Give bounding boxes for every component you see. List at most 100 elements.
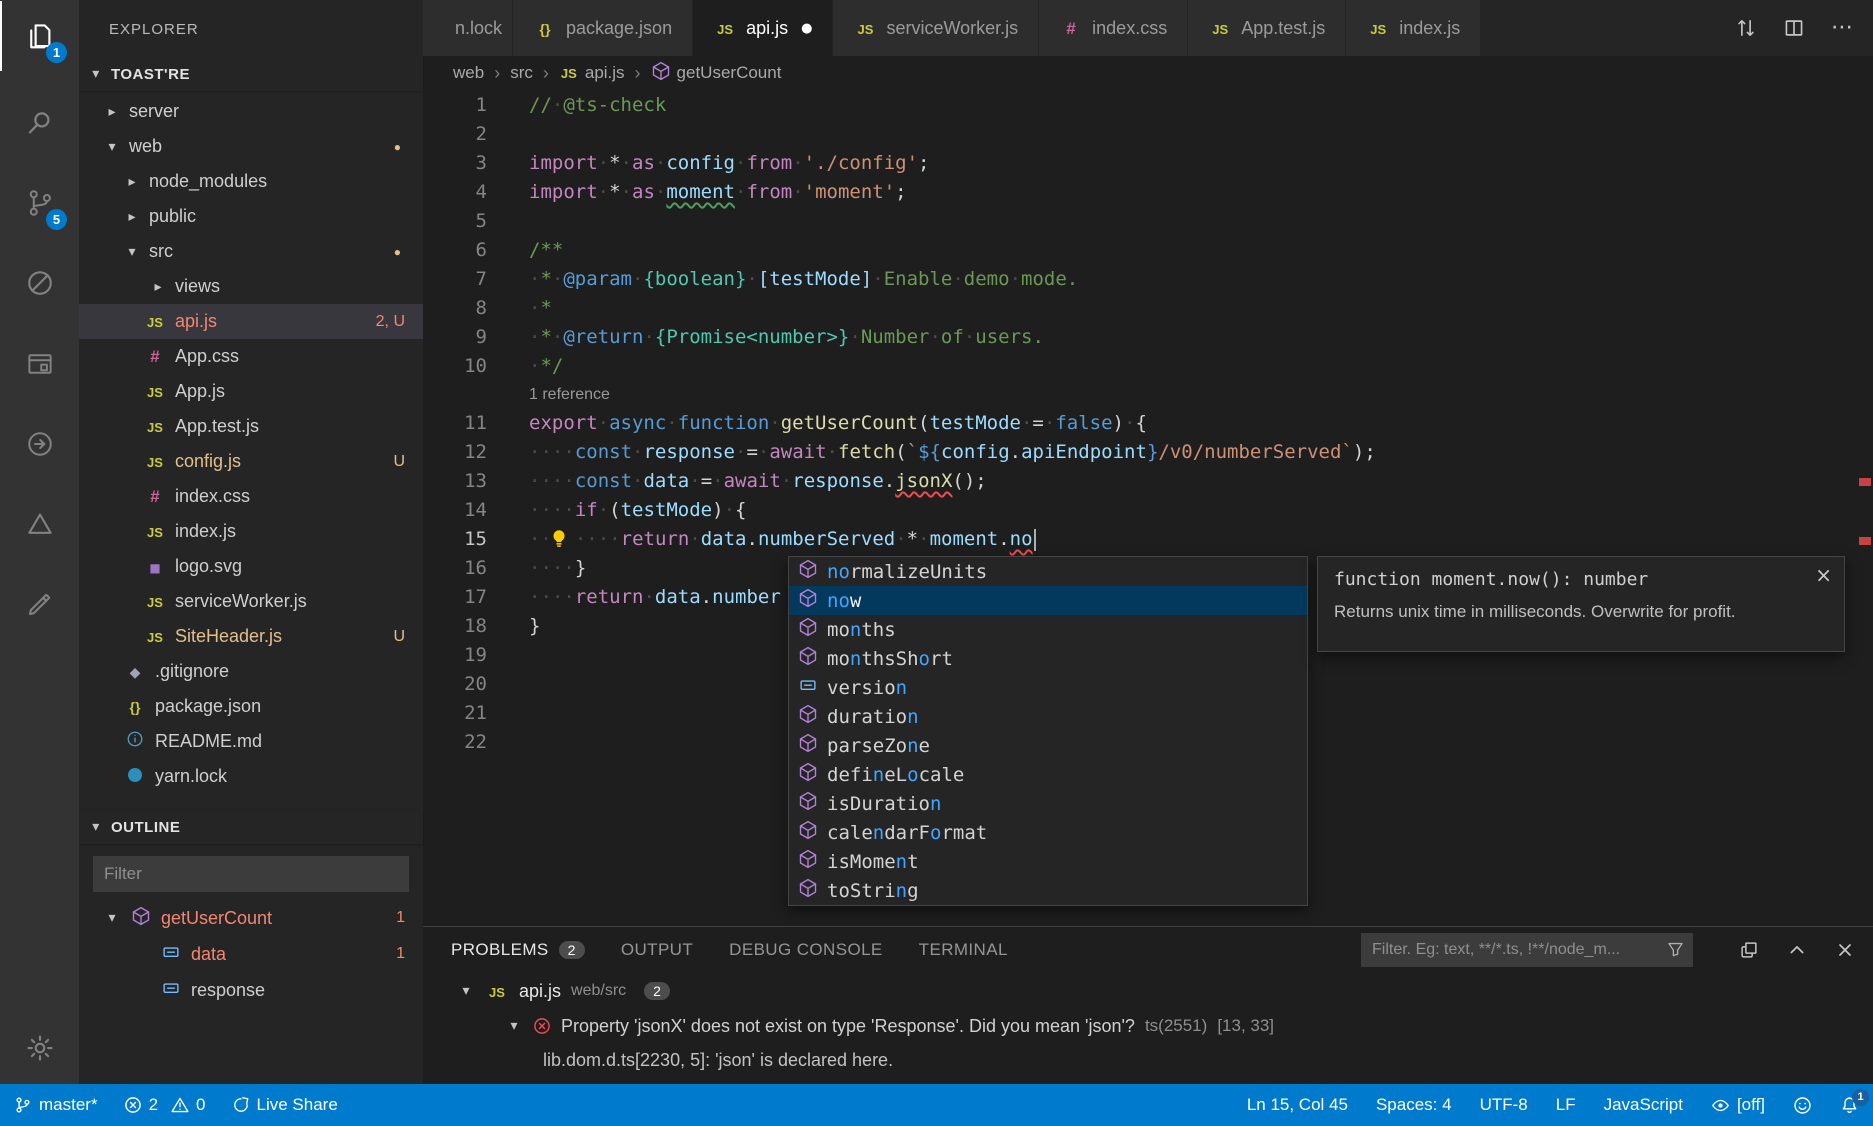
tree-item-App.test.js[interactable]: JSApp.test.js bbox=[79, 409, 423, 444]
problem-related-row[interactable]: lib.dom.d.ts[2230, 5]: 'json' is declare… bbox=[423, 1043, 1873, 1077]
tree-item-.gitignore[interactable]: ◆.gitignore bbox=[79, 654, 423, 689]
suggestion-defineLocale[interactable]: defineLocale bbox=[789, 760, 1307, 789]
code-line-3[interactable]: 3import·*·as·config·from·'./config'; bbox=[423, 149, 1873, 178]
split-editor-icon[interactable] bbox=[1783, 17, 1805, 39]
tree-item-logo.svg[interactable]: ■logo.svg bbox=[79, 549, 423, 584]
outline-filter-input[interactable] bbox=[93, 856, 409, 892]
tab-api.js[interactable]: JSapi.js● bbox=[693, 0, 833, 56]
outline-item-data[interactable]: data1 bbox=[79, 936, 423, 972]
suggestion-calendarFormat[interactable]: calendarFormat bbox=[789, 818, 1307, 847]
tree-item-public[interactable]: ▸public bbox=[79, 199, 423, 234]
activity-circle-slash[interactable] bbox=[0, 248, 79, 318]
tree-item-App.js[interactable]: JSApp.js bbox=[79, 374, 423, 409]
tab-App.test.js[interactable]: JSApp.test.js bbox=[1188, 0, 1346, 56]
code-line-12[interactable]: 12····const·response·=·await·fetch(`${co… bbox=[423, 438, 1873, 467]
tree-item-App.css[interactable]: #App.css bbox=[79, 339, 423, 374]
code-line-5[interactable]: 5 bbox=[423, 207, 1873, 236]
code-line-9[interactable]: 9·*·@return·{Promise<number>}·Number·of·… bbox=[423, 323, 1873, 352]
activity-preview-window[interactable] bbox=[0, 329, 79, 399]
dock-panel-icon[interactable] bbox=[1739, 940, 1759, 960]
panel-tab-OUTPUT[interactable]: OUTPUT bbox=[621, 940, 693, 960]
compare-icon[interactable] bbox=[1735, 17, 1757, 39]
lightbulb-icon[interactable] bbox=[547, 529, 571, 549]
tab-index.css[interactable]: #index.css bbox=[1039, 0, 1188, 56]
tree-item-SiteHeader.js[interactable]: JSSiteHeader.jsU bbox=[79, 619, 423, 654]
status-language-mode[interactable]: JavaScript bbox=[1604, 1095, 1683, 1115]
status-cursor-position[interactable]: Ln 15, Col 45 bbox=[1247, 1095, 1348, 1115]
tree-item-README.md[interactable]: README.md bbox=[79, 724, 423, 759]
code-line-6[interactable]: 6/** bbox=[423, 236, 1873, 265]
problems-filter-input[interactable] bbox=[1361, 933, 1693, 967]
activity-settings[interactable] bbox=[0, 1013, 79, 1083]
tree-item-yarn.lock[interactable]: yarn.lock bbox=[79, 759, 423, 794]
suggestion-now[interactable]: now bbox=[789, 586, 1307, 615]
workspace-section-header[interactable]: ▾ TOAST'RE bbox=[79, 57, 423, 91]
suggestion-duration[interactable]: duration bbox=[789, 702, 1307, 731]
code-line-15[interactable]: 15········return·data.numberServed·*·mom… bbox=[423, 525, 1873, 554]
status-problems[interactable]: 20 bbox=[124, 1095, 206, 1115]
panel-tab-DEBUG CONSOLE[interactable]: DEBUG CONSOLE bbox=[729, 940, 883, 960]
tree-item-index.js[interactable]: JSindex.js bbox=[79, 514, 423, 549]
suggestion-toString[interactable]: toString bbox=[789, 876, 1307, 905]
status-branch[interactable]: master* bbox=[14, 1095, 98, 1115]
tab-n.lock[interactable]: n.lock bbox=[423, 0, 513, 56]
activity-edit-tools[interactable] bbox=[0, 569, 79, 639]
status-encoding[interactable]: UTF-8 bbox=[1480, 1095, 1528, 1115]
outline-item-response[interactable]: response bbox=[79, 972, 423, 1008]
status-live-share[interactable]: Live Share bbox=[232, 1095, 338, 1115]
tree-item-api.js[interactable]: JSapi.js2, U bbox=[79, 304, 423, 339]
status-feedback[interactable] bbox=[1793, 1096, 1812, 1115]
code-line-14[interactable]: 14····if·(testMode)·{ bbox=[423, 496, 1873, 525]
code-line-11[interactable]: 11export·async·function·getUserCount(tes… bbox=[423, 409, 1873, 438]
outline-item-getUserCount[interactable]: ▾getUserCount1 bbox=[79, 900, 423, 936]
status-eol[interactable]: LF bbox=[1556, 1095, 1576, 1115]
code-line-7[interactable]: 7·*·@param·{boolean}·[testMode]·Enable·d… bbox=[423, 265, 1873, 294]
suggestion-monthsShort[interactable]: monthsShort bbox=[789, 644, 1307, 673]
breadcrumb-web[interactable]: web bbox=[453, 63, 484, 83]
activity-search[interactable] bbox=[0, 88, 79, 158]
tree-item-node_modules[interactable]: ▸node_modules bbox=[79, 164, 423, 199]
activity-explorer[interactable]: 1 bbox=[0, 1, 79, 71]
tab-serviceWorker.js[interactable]: JSserviceWorker.js bbox=[833, 0, 1039, 56]
activity-triangle[interactable] bbox=[0, 489, 79, 559]
tree-item-config.js[interactable]: JSconfig.jsU bbox=[79, 444, 423, 479]
status-indentation[interactable]: Spaces: 4 bbox=[1376, 1095, 1452, 1115]
breadcrumb-src[interactable]: src bbox=[510, 63, 533, 83]
dirty-indicator-icon[interactable]: ● bbox=[801, 21, 812, 36]
activity-circle-arrow[interactable] bbox=[0, 409, 79, 479]
outline-section-header[interactable]: ▾ OUTLINE bbox=[79, 810, 423, 844]
tab-package.json[interactable]: {}package.json bbox=[513, 0, 693, 56]
tree-item-web[interactable]: ▾web● bbox=[79, 129, 423, 164]
code-line-4[interactable]: 4import·*·as·moment·from·'moment'; bbox=[423, 178, 1873, 207]
tree-item-serviceWorker.js[interactable]: JSserviceWorker.js bbox=[79, 584, 423, 619]
codelens-references[interactable]: 1 reference bbox=[487, 381, 610, 409]
more-actions-icon[interactable]: ⋯ bbox=[1831, 17, 1853, 39]
tree-item-package.json[interactable]: {}package.json bbox=[79, 689, 423, 724]
problems-file-row[interactable]: ▾JSapi.jsweb/src2 bbox=[423, 973, 1873, 1009]
suggestion-normalizeUnits[interactable]: normalizeUnits bbox=[789, 557, 1307, 586]
problem-error-row[interactable]: ▾Property 'jsonX' does not exist on type… bbox=[423, 1009, 1873, 1043]
suggestion-months[interactable]: months bbox=[789, 615, 1307, 644]
suggestion-version[interactable]: version bbox=[789, 673, 1307, 702]
tree-item-src[interactable]: ▾src● bbox=[79, 234, 423, 269]
close-panel-icon[interactable] bbox=[1835, 940, 1855, 960]
tab-index.js[interactable]: JSindex.js bbox=[1346, 0, 1481, 56]
close-icon[interactable]: × bbox=[1815, 563, 1832, 587]
suggestion-isDuration[interactable]: isDuration bbox=[789, 789, 1307, 818]
tree-item-views[interactable]: ▸views bbox=[79, 269, 423, 304]
status-notifications[interactable]: 1 bbox=[1840, 1096, 1859, 1115]
code-line-13[interactable]: 13····const·data·=·await·response.jsonX(… bbox=[423, 467, 1873, 496]
panel-tab-TERMINAL[interactable]: TERMINAL bbox=[919, 940, 1008, 960]
tree-item-server[interactable]: ▸server bbox=[79, 94, 423, 129]
breadcrumb-getUserCount[interactable]: getUserCount bbox=[651, 61, 782, 86]
tree-item-index.css[interactable]: #index.css bbox=[79, 479, 423, 514]
code-line-1[interactable]: 1//·@ts-check bbox=[423, 91, 1873, 120]
maximize-panel-icon[interactable] bbox=[1787, 940, 1807, 960]
code-line-8[interactable]: 8·* bbox=[423, 294, 1873, 323]
code-line-2[interactable]: 2 bbox=[423, 120, 1873, 149]
panel-tab-PROBLEMS[interactable]: PROBLEMS2 bbox=[451, 940, 585, 960]
code-line-10[interactable]: 10·*/ bbox=[423, 352, 1873, 381]
suggestion-parseZone[interactable]: parseZone bbox=[789, 731, 1307, 760]
suggestion-isMoment[interactable]: isMoment bbox=[789, 847, 1307, 876]
breadcrumb-api.js[interactable]: JSapi.js bbox=[559, 63, 625, 83]
